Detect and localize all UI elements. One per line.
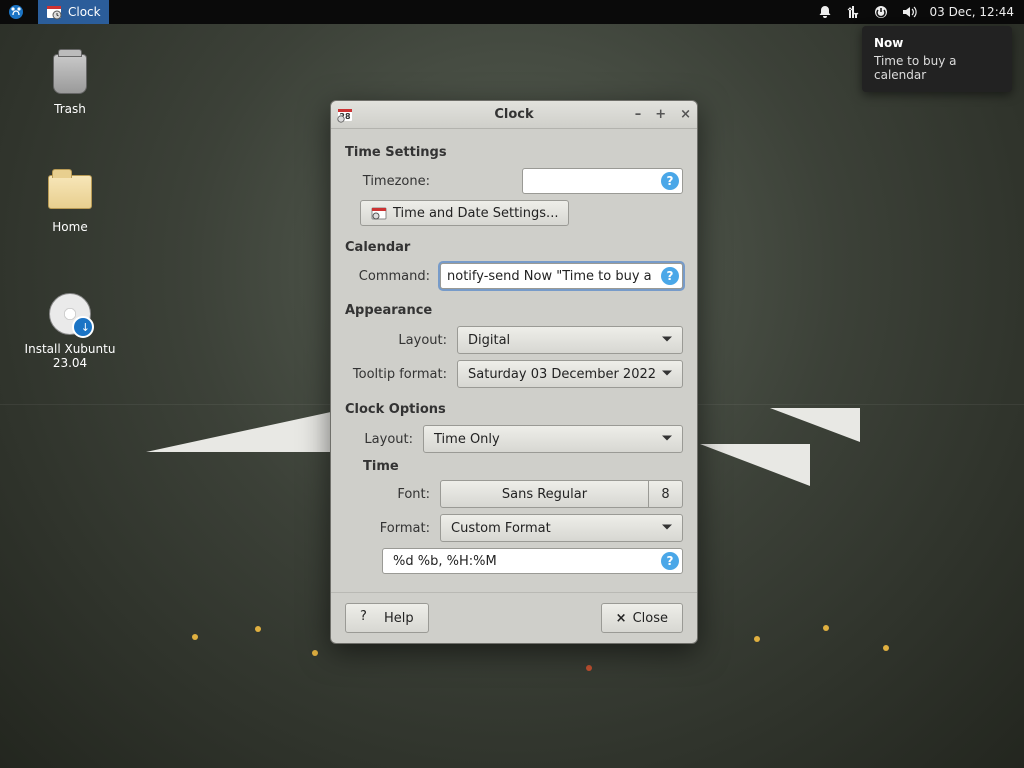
label-command: Command: <box>345 269 440 284</box>
panel-clock[interactable]: 03 Dec, 12:44 <box>929 5 1014 19</box>
time-date-settings-button[interactable]: Time and Date Settings... <box>360 200 569 226</box>
window-maximize-button[interactable]: + <box>655 107 666 122</box>
desktop-icon-label: Install Xubuntu <box>20 342 120 356</box>
combo-value: Time Only <box>434 432 500 447</box>
help-icon: ? <box>360 609 378 627</box>
power-icon[interactable] <box>873 4 889 20</box>
desktop-icon-home[interactable]: Home <box>20 168 120 234</box>
close-icon: × <box>616 611 627 626</box>
combo-value: Digital <box>468 333 510 348</box>
button-label: Close <box>633 611 668 626</box>
desktop-icon-label: 23.04 <box>20 356 120 370</box>
button-label: Help <box>384 611 414 626</box>
clock-properties-dialog: 28 Clock – + × Time Settings Timezone: ?… <box>330 100 698 644</box>
window-close-button[interactable]: × <box>680 107 691 122</box>
help-icon[interactable]: ? <box>661 267 679 285</box>
folder-icon <box>48 175 92 209</box>
section-appearance: Appearance <box>345 303 683 318</box>
notification-toast[interactable]: Now Time to buy a calendar <box>862 26 1012 92</box>
calendar-clock-icon <box>46 4 62 20</box>
wallpaper-dot <box>255 626 261 632</box>
close-button[interactable]: × Close <box>601 603 683 633</box>
section-time-settings: Time Settings <box>345 145 683 160</box>
dialog-titlebar[interactable]: 28 Clock – + × <box>331 101 697 129</box>
format-string-input[interactable] <box>382 548 683 574</box>
taskbar-item-label: Clock <box>68 5 101 19</box>
notification-body: Time to buy a calendar <box>874 54 1000 82</box>
wallpaper-dot <box>586 665 592 671</box>
label-font: Font: <box>345 487 440 502</box>
clock-layout-combo[interactable]: Time Only <box>423 425 683 453</box>
applications-menu-button[interactable] <box>0 0 38 24</box>
command-input[interactable] <box>440 263 683 289</box>
wallpaper-triangle <box>770 408 860 442</box>
timezone-input[interactable] <box>522 168 683 194</box>
desktop-icon-label: Home <box>20 220 120 234</box>
combo-value: Custom Format <box>451 521 551 536</box>
label-layout: Layout: <box>345 333 457 348</box>
section-clock-options: Clock Options <box>345 402 683 417</box>
desktop-icon-label: Trash <box>20 102 120 116</box>
section-calendar: Calendar <box>345 240 683 255</box>
label-clock-layout: Layout: <box>345 432 423 447</box>
dialog-title: Clock <box>494 107 533 122</box>
notifications-icon[interactable] <box>817 4 833 20</box>
font-name-button[interactable]: Sans Regular <box>440 480 649 508</box>
wallpaper-triangle <box>700 444 810 486</box>
wallpaper-dot <box>192 634 198 640</box>
wallpaper-triangle <box>146 407 354 452</box>
top-panel: Clock 03 Dec, 12:44 <box>0 0 1024 24</box>
button-label: Time and Date Settings... <box>393 206 558 221</box>
wallpaper-dot <box>754 636 760 642</box>
label-format: Format: <box>345 521 440 536</box>
notification-title: Now <box>874 36 1000 50</box>
wallpaper-dot <box>883 645 889 651</box>
font-size-value[interactable]: 8 <box>649 480 683 508</box>
desktop-icon-installer[interactable]: ↓ Install Xubuntu 23.04 <box>20 290 120 370</box>
help-icon[interactable]: ? <box>661 552 679 570</box>
installer-disc-icon: ↓ <box>49 293 91 335</box>
combo-value: Saturday 03 December 2022 <box>468 367 656 382</box>
desktop-icon-trash[interactable]: Trash <box>20 50 120 116</box>
label-timezone: Timezone: <box>345 174 440 189</box>
settings-calendar-icon <box>371 205 387 221</box>
xfce-mouse-icon <box>8 4 24 20</box>
wallpaper-dot <box>312 650 318 656</box>
help-icon[interactable]: ? <box>661 172 679 190</box>
label-tooltip-format: Tooltip format: <box>345 367 457 382</box>
format-combo[interactable]: Custom Format <box>440 514 683 542</box>
volume-icon[interactable] <box>901 4 917 20</box>
trash-icon <box>53 54 87 94</box>
section-time: Time <box>363 459 683 474</box>
appearance-layout-combo[interactable]: Digital <box>457 326 683 354</box>
taskbar-item-clock[interactable]: Clock <box>38 0 109 24</box>
network-icon[interactable] <box>845 4 861 20</box>
combo-value: Sans Regular <box>502 487 587 502</box>
help-button[interactable]: ? Help <box>345 603 429 633</box>
window-minimize-button[interactable]: – <box>635 107 642 122</box>
wallpaper-dot <box>823 625 829 631</box>
calendar-clock-icon: 28 <box>337 107 353 123</box>
tooltip-format-combo[interactable]: Saturday 03 December 2022 <box>457 360 683 388</box>
